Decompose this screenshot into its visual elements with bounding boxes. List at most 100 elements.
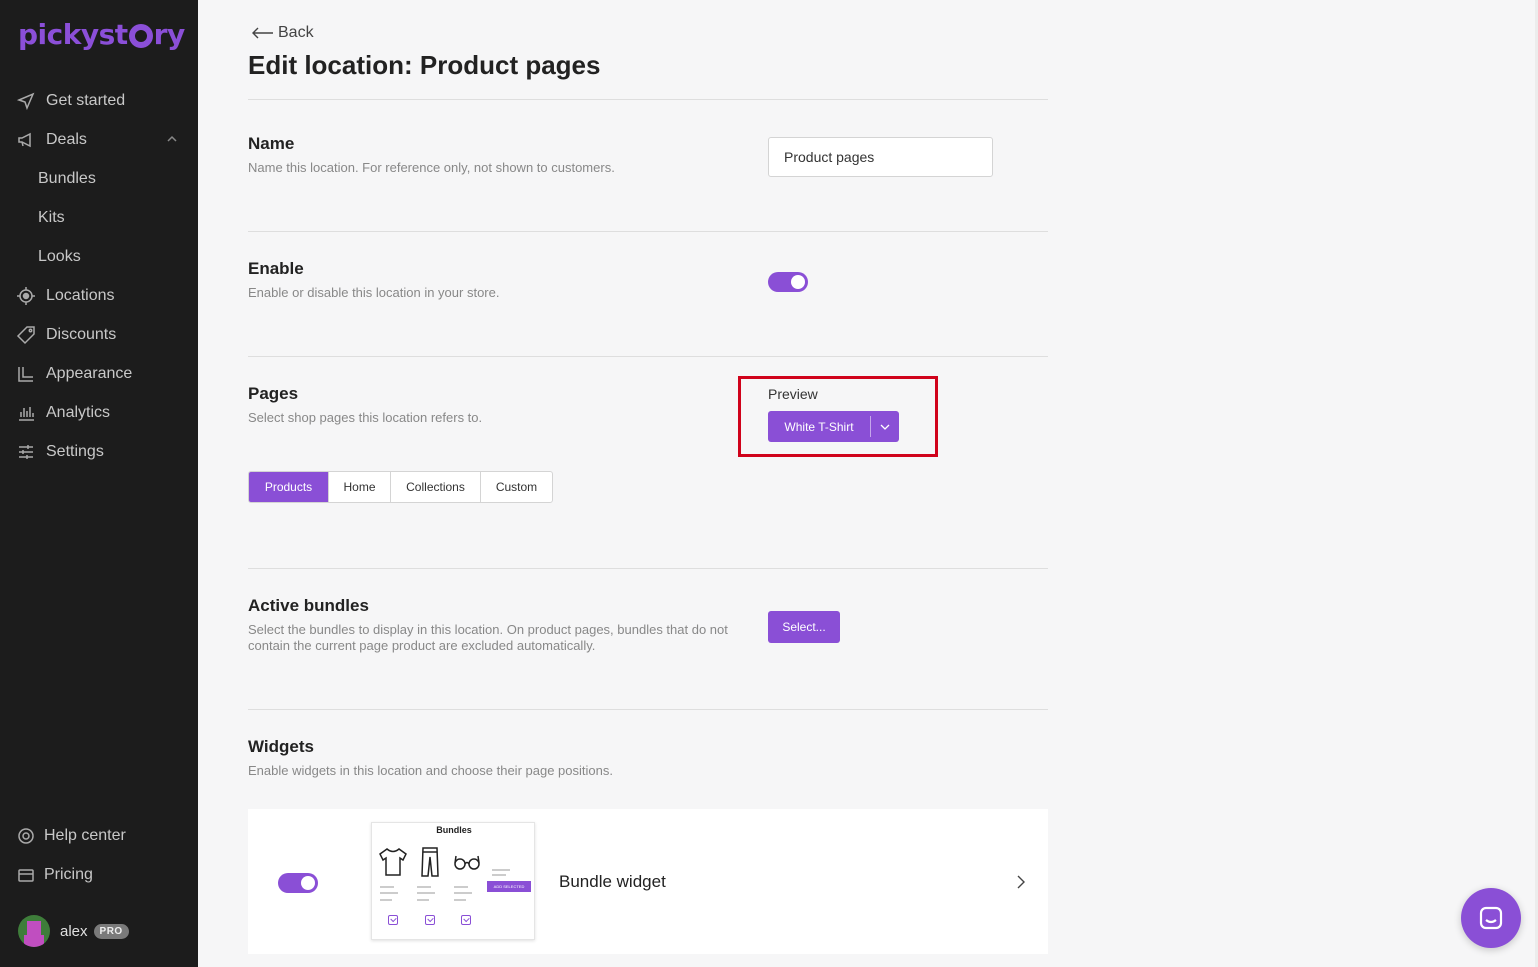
enable-section-desc: Enable or disable this location in your … (248, 285, 500, 300)
sidebar-item-label: Kits (38, 208, 65, 226)
sidebar-item-label: Looks (38, 247, 81, 265)
divider (248, 99, 1048, 100)
sidebar-item-discounts[interactable]: Discounts (0, 315, 198, 354)
back-label: Back (278, 24, 314, 41)
divider (248, 568, 1048, 569)
sidebar-item-label: Locations (46, 286, 115, 304)
bundle-widget-thumbnail: Bundles ADD SELECTED (371, 822, 535, 940)
chevron-up-icon[interactable] (166, 132, 178, 144)
glasses-icon (450, 845, 484, 879)
thumbnail-text-line (380, 892, 398, 894)
user-menu[interactable]: alex PRO (18, 915, 129, 947)
bundle-widget-toggle[interactable] (278, 873, 318, 893)
divider (248, 231, 1048, 232)
sidebar-item-looks[interactable]: Looks (0, 237, 198, 276)
page-type-collections[interactable]: Collections (390, 472, 480, 502)
thumbnail-text-line (417, 899, 429, 901)
pages-section-title: Pages (248, 384, 299, 403)
preview-product-dropdown[interactable]: White T-Shirt (768, 411, 899, 442)
checkbox-icon (425, 915, 435, 925)
help-icon (16, 826, 36, 846)
sliders-icon (16, 442, 36, 462)
thumbnail-text-line (454, 892, 472, 894)
sidebar-item-label: Deals (46, 130, 87, 148)
sidebar: pickyst ry Get started Deals Bundles Kits… (0, 0, 198, 967)
page-type-custom[interactable]: Custom (480, 472, 552, 502)
thumbnail-text-line (454, 899, 466, 901)
thumbnail-text-line (492, 869, 510, 871)
widgets-section-desc: Enable widgets in this location and choo… (248, 763, 613, 778)
sidebar-item-bundles[interactable]: Bundles (0, 159, 198, 198)
checkbox-icon (388, 915, 398, 925)
divider (248, 709, 1048, 710)
pickystory-logo[interactable]: pickyst ry (18, 16, 185, 52)
sidebar-item-label: Appearance (46, 364, 133, 382)
thumbnail-text-line (454, 886, 468, 888)
sidebar-item-appearance[interactable]: Appearance (0, 354, 198, 393)
sidebar-item-label: Pricing (44, 865, 93, 883)
sidebar-item-label: Help center (44, 826, 126, 844)
thumbnail-text-line (417, 886, 431, 888)
pages-section-desc: Select shop pages this location refers t… (248, 410, 483, 425)
avatar (18, 915, 50, 947)
arrow-left-icon (252, 27, 273, 39)
page-type-products[interactable]: Products (249, 472, 328, 502)
page-type-selector: Products Home Collections Custom (248, 471, 553, 503)
send-icon (16, 91, 36, 111)
sidebar-item-settings[interactable]: Settings (0, 432, 198, 471)
sidebar-bottom-nav: Help center Pricing (0, 816, 198, 894)
chevron-right-icon[interactable] (1016, 874, 1026, 890)
select-bundles-button[interactable]: Select... (768, 611, 840, 643)
bundle-widget-card[interactable]: Bundles ADD SELECTED Bundle widget (248, 809, 1048, 954)
thumbnail-text-line (417, 892, 435, 894)
tag-icon (16, 325, 36, 345)
thumbnail-text-line (380, 886, 394, 888)
active-bundles-section-desc: Select the bundles to display in this lo… (248, 622, 728, 653)
credit-card-icon (16, 865, 36, 885)
pants-icon (413, 845, 447, 879)
widgets-section-title: Widgets (248, 737, 314, 756)
active-bundles-section-title: Active bundles (248, 596, 369, 615)
logo-mark-icon (128, 24, 153, 48)
location-name-input[interactable]: Product pages (768, 137, 993, 177)
sidebar-item-get-started[interactable]: Get started (0, 81, 198, 120)
chat-icon (1479, 906, 1503, 930)
sidebar-item-locations[interactable]: Locations (0, 276, 198, 315)
sidebar-item-label: Bundles (38, 169, 96, 187)
back-link[interactable]: Back (252, 24, 314, 42)
chevron-down-icon[interactable] (871, 423, 899, 431)
enable-location-toggle[interactable] (768, 272, 808, 292)
page-title: Edit location: Product pages (248, 50, 601, 80)
sidebar-item-label: Settings (46, 442, 104, 460)
sidebar-item-deals[interactable]: Deals (0, 120, 198, 159)
preview-product-label[interactable]: White T-Shirt (768, 420, 870, 434)
sidebar-item-pricing[interactable]: Pricing (0, 855, 198, 894)
name-section-desc: Name this location. For reference only, … (248, 160, 615, 175)
chat-support-button[interactable] (1461, 888, 1521, 948)
sidebar-item-label: Analytics (46, 403, 111, 421)
sidebar-item-label: Get started (46, 91, 126, 109)
plan-badge: PRO (93, 923, 129, 939)
location-name-value: Product pages (784, 149, 875, 165)
thumbnail-text-line (380, 899, 392, 901)
enable-section-title: Enable (248, 259, 304, 278)
thumbnail-add-selected-button: ADD SELECTED (487, 881, 531, 892)
thumbnail-title: Bundles (436, 825, 472, 835)
bar-chart-icon (16, 403, 36, 423)
sidebar-item-analytics[interactable]: Analytics (0, 393, 198, 432)
tshirt-icon (376, 845, 410, 879)
sidebar-item-help-center[interactable]: Help center (0, 816, 198, 855)
user-name: alex (60, 922, 88, 940)
brush-icon (16, 364, 36, 384)
preview-label: Preview (768, 386, 818, 402)
sidebar-nav: Get started Deals Bundles Kits Looks Loc… (0, 81, 198, 471)
bundle-widget-name: Bundle widget (559, 872, 666, 891)
checkbox-icon (461, 915, 471, 925)
divider (248, 356, 1048, 357)
sidebar-item-kits[interactable]: Kits (0, 198, 198, 237)
page-type-home[interactable]: Home (328, 472, 390, 502)
thumbnail-text-line (492, 874, 506, 876)
name-section-title: Name (248, 134, 295, 153)
sidebar-item-label: Discounts (46, 325, 117, 343)
megaphone-icon (16, 130, 36, 150)
